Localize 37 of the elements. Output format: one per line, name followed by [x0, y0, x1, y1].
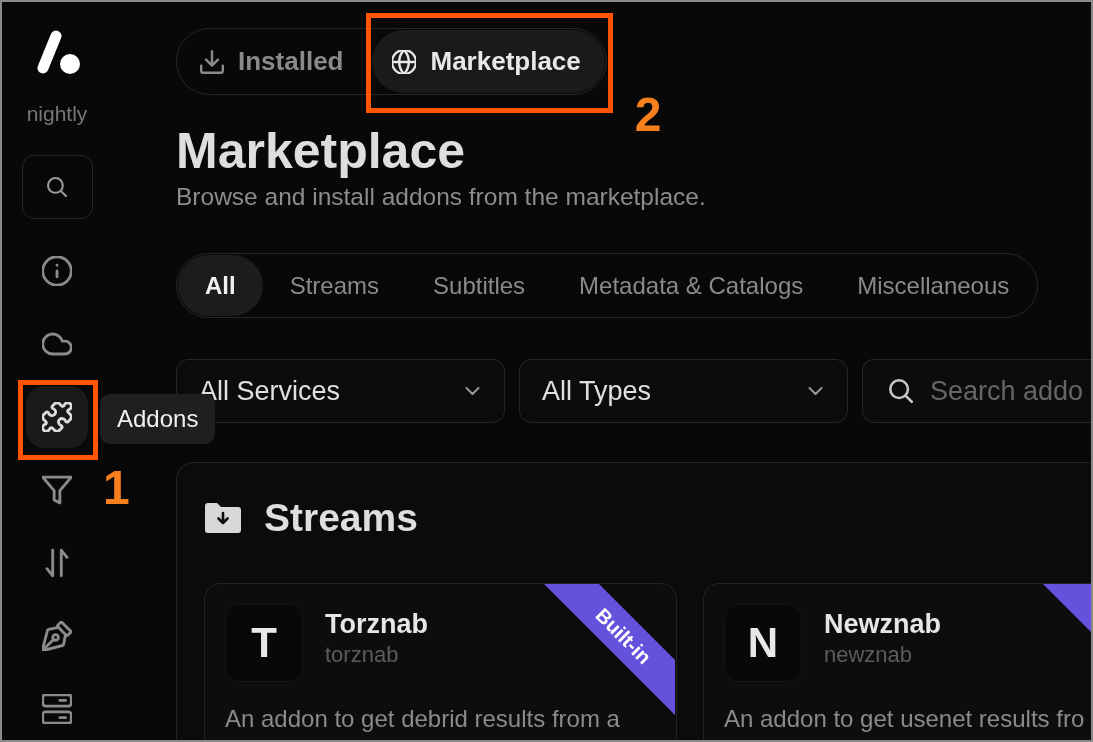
category-tab[interactable]: All	[178, 255, 263, 316]
search-icon	[47, 177, 67, 197]
addon-initial-avatar: T	[225, 604, 303, 682]
funnel-icon	[42, 475, 72, 505]
addon-description: An addon to get usenet results fro	[724, 704, 1086, 734]
info-icon	[42, 256, 72, 286]
chevron-down-icon	[465, 387, 480, 395]
search-field[interactable]: Search addo	[862, 359, 1091, 423]
download-icon	[200, 49, 224, 74]
addon-id: newznab	[824, 641, 914, 669]
step-number: 1	[103, 464, 130, 512]
category-tab[interactable]: Streams	[262, 255, 407, 316]
view-tab[interactable]: Marketplace	[372, 30, 605, 93]
addon-id: torznab	[325, 641, 400, 669]
page-subtitle: Browse and install addons from the marketplace.	[176, 182, 707, 211]
search-icon	[889, 379, 913, 403]
channel-label: nightly	[26, 101, 88, 126]
section-title: Streams	[264, 495, 418, 541]
search-button[interactable]	[21, 155, 93, 219]
addon-initial-avatar: N	[724, 604, 802, 682]
server-icon	[42, 694, 72, 724]
addon-card[interactable]: N Newznab newznab An addon to get usenet results fro	[703, 583, 1091, 740]
category-tab[interactable]: Subtitles	[406, 255, 553, 316]
pen-nib-icon	[42, 621, 72, 651]
page-title: Marketplace	[176, 124, 467, 179]
category-tab[interactable]: Metadata & Catalogs	[552, 255, 831, 316]
filter-dropdown[interactable]: All Types	[519, 359, 848, 423]
folder-download-icon	[205, 502, 241, 533]
puzzle-icon	[42, 402, 72, 432]
nav-item[interactable]	[26, 386, 88, 448]
view-tab[interactable]: Installed	[178, 30, 366, 93]
category-tab[interactable]: Miscellaneous	[830, 255, 1037, 316]
addon-name: Torznab	[325, 608, 428, 640]
chevron-down-icon	[808, 387, 823, 395]
addon-name: Newznab	[824, 608, 942, 640]
step-number: 2	[634, 91, 662, 139]
globe-icon	[392, 49, 417, 74]
